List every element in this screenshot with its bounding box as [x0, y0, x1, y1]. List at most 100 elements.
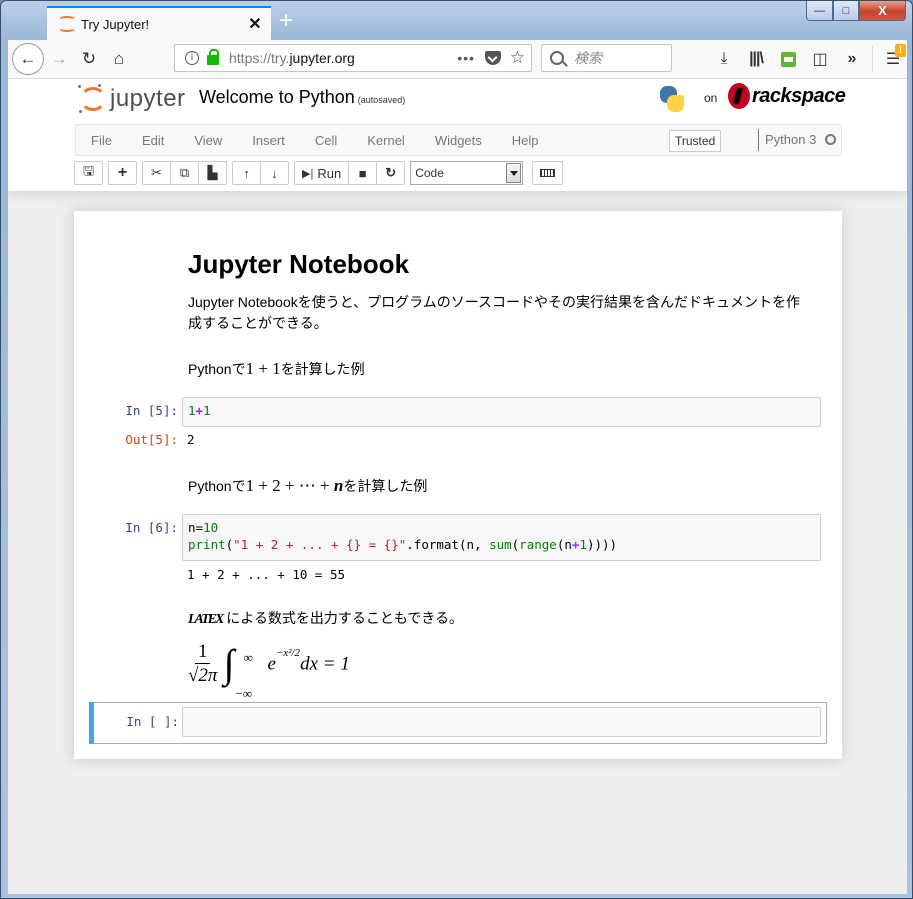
- pocket-icon[interactable]: [485, 51, 501, 65]
- latex-description: による数式を出力することもできる。: [226, 610, 463, 626]
- rackspace-logo-icon: [728, 83, 750, 109]
- notebook-container: Jupyter Notebook Jupyter Notebookを使うと、プロ…: [74, 211, 842, 759]
- jupyter-logo[interactable]: jupyter: [78, 84, 186, 113]
- home-icon[interactable]: ⌂: [104, 44, 134, 74]
- code-token: sum: [489, 537, 512, 552]
- example2-text: Pythonで1 + 2 + ⋯ + nを計算した例: [188, 475, 808, 497]
- menu-kernel[interactable]: Kernel: [352, 133, 420, 148]
- cell1-in-prompt: In [5]:: [125, 403, 178, 418]
- example2-math: 1 + 2 + ⋯ +: [245, 476, 334, 495]
- cell2-in-prompt: In [6]:: [125, 520, 178, 535]
- arrow-down-icon: ↓: [271, 165, 278, 181]
- menu-insert[interactable]: Insert: [237, 133, 300, 148]
- menu-widgets[interactable]: Widgets: [420, 133, 497, 148]
- notebook-heading: Jupyter Notebook: [188, 249, 410, 279]
- chevron-down-icon[interactable]: [506, 163, 522, 183]
- bookmark-star-icon[interactable]: ☆: [510, 48, 525, 68]
- example2-prefix: Pythonで: [188, 478, 246, 494]
- cell1-out-prompt: Out[5]:: [125, 432, 178, 447]
- jupyter-favicon-icon: [57, 16, 76, 32]
- on-label: on: [704, 91, 718, 105]
- url-text[interactable]: https://try.jupyter.org: [229, 50, 355, 66]
- code-token: 1: [203, 403, 211, 418]
- example2-var: n: [333, 476, 344, 495]
- url-bar[interactable]: i https://try.jupyter.org ••• ☆: [174, 44, 532, 72]
- equation-rest: dx = 1: [300, 653, 350, 675]
- cell3-in-prompt: In [ ]:: [126, 714, 179, 729]
- download-icon[interactable]: ⤓: [708, 44, 740, 74]
- browser-tab[interactable]: Try Jupyter! ✕: [47, 6, 271, 40]
- page-actions-icon[interactable]: •••: [457, 50, 475, 66]
- search-box[interactable]: 検索: [541, 44, 672, 72]
- close-tab-icon[interactable]: ✕: [245, 14, 265, 34]
- interrupt-button[interactable]: ■: [348, 161, 378, 185]
- page-content: jupyter Welcome to Python (autosaved) on …: [8, 79, 907, 894]
- cell2-code-input[interactable]: n=10 print("1 + 2 + ... + {} = {}".forma…: [182, 514, 821, 561]
- save-icon: 🖫: [82, 163, 95, 178]
- rackspace-text: rackspace: [752, 84, 846, 107]
- close-window-button[interactable]: X: [859, 1, 906, 21]
- code-token: "1 + 2 + ... + {} = {}": [233, 537, 407, 552]
- selected-empty-cell[interactable]: In [ ]:: [89, 702, 827, 744]
- menu-cell[interactable]: Cell: [300, 133, 352, 148]
- print-icon[interactable]: [772, 44, 804, 74]
- cell1-output: 2: [187, 432, 195, 447]
- numerator: 1: [194, 641, 211, 664]
- jupyter-header: jupyter Welcome to Python (autosaved) on …: [8, 79, 907, 191]
- kernel-name[interactable]: Python 3: [758, 129, 816, 151]
- menu-help[interactable]: Help: [497, 133, 554, 148]
- code-token: (n: [556, 537, 572, 552]
- save-button[interactable]: 🖫: [74, 161, 103, 185]
- maximize-button[interactable]: □: [833, 1, 859, 21]
- new-tab-button[interactable]: +: [279, 9, 293, 33]
- menu-file[interactable]: File: [76, 133, 127, 148]
- menu-edit[interactable]: Edit: [127, 133, 179, 148]
- sidebar-icon[interactable]: ◫: [804, 44, 836, 74]
- copy-button[interactable]: ⧉: [170, 161, 199, 185]
- step-forward-icon: ▶|: [302, 167, 314, 180]
- tab-title: Try Jupyter!: [81, 16, 150, 32]
- overflow-icon[interactable]: »: [836, 44, 868, 74]
- cell3-code-input[interactable]: [182, 707, 821, 737]
- hamburger-menu-icon[interactable]: ☰!: [877, 44, 909, 74]
- notebook-menubar: File Edit View Insert Cell Kernel Widget…: [75, 124, 842, 156]
- insert-cell-button[interactable]: +: [108, 161, 137, 185]
- toolbar-divider: [872, 46, 873, 72]
- paste-button[interactable]: ▙: [198, 161, 227, 185]
- exp-base: e: [267, 653, 276, 675]
- restart-button[interactable]: ↻: [376, 161, 406, 185]
- minimize-button[interactable]: —: [806, 1, 833, 21]
- reload-icon[interactable]: ↻: [74, 44, 104, 74]
- run-label: Run: [317, 165, 342, 181]
- code-token: 1: [188, 403, 196, 418]
- code-token: .format(n,: [406, 537, 490, 552]
- move-up-button[interactable]: ↑: [232, 161, 261, 185]
- back-icon[interactable]: ←: [12, 43, 44, 75]
- navigation-toolbar: ← → ↻ ⌂ i https://try.jupyter.org ••• ☆ …: [8, 40, 907, 79]
- forward-icon[interactable]: →: [44, 44, 74, 74]
- code-token: range: [519, 537, 557, 552]
- notebook-title[interactable]: Welcome to Python: [199, 87, 355, 107]
- url-domain: jupyter.org: [289, 50, 355, 66]
- code-token: 10: [203, 520, 219, 535]
- example2-suffix: を計算した例: [343, 478, 428, 494]
- code-line-2: print("1 + 2 + ... + {} = {}".format(n, …: [188, 536, 815, 553]
- intro-paragraph: Jupyter Notebookを使うと、プログラムのソースコードやその実行結果…: [188, 292, 808, 334]
- menu-view[interactable]: View: [179, 133, 237, 148]
- command-palette-button[interactable]: [532, 161, 564, 185]
- cell-type-select[interactable]: Code: [410, 161, 524, 185]
- library-icon[interactable]: |||\: [740, 44, 772, 74]
- rackspace-logo[interactable]: rackspace: [728, 83, 846, 109]
- trusted-indicator[interactable]: Trusted: [669, 130, 722, 152]
- cell1-code-input[interactable]: 1+1: [182, 397, 821, 427]
- copy-icon: ⧉: [179, 165, 190, 180]
- run-button[interactable]: ▶| Run: [294, 161, 350, 185]
- url-prefix: https://try.: [229, 50, 290, 66]
- cut-button[interactable]: ✂: [142, 161, 171, 185]
- paste-icon: ▙: [207, 165, 218, 180]
- move-down-button[interactable]: ↓: [260, 161, 289, 185]
- info-icon[interactable]: i: [185, 51, 199, 65]
- arrow-up-icon: ↑: [243, 165, 250, 181]
- notebook-name[interactable]: Welcome to Python (autosaved): [199, 87, 405, 108]
- code-line-1: n=10: [188, 519, 815, 536]
